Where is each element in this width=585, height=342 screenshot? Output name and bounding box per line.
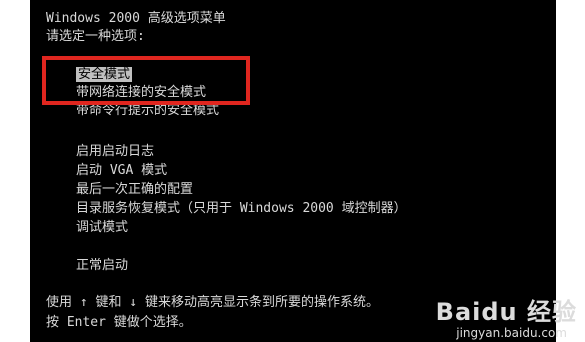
baidu-watermark: Baidu 经验 jingyan.baidu.com bbox=[436, 298, 577, 340]
watermark-url: jingyan.baidu.com bbox=[456, 326, 567, 340]
baidu-logo: Baidu 经验 bbox=[435, 298, 577, 326]
menu-title: Windows 2000 高级选项菜单 bbox=[46, 11, 226, 26]
instruction-line-1: 使用 ↑ 键和 ↓ 键来移动高亮显示条到所要的操作系统。 bbox=[46, 295, 379, 310]
menu-item-boot-logging[interactable]: 启用启动日志 bbox=[76, 143, 154, 161]
red-highlight-box bbox=[42, 56, 250, 105]
instruction-line-2: 按 Enter 键做个选择。 bbox=[46, 315, 192, 330]
boot-menu-screen: Windows 2000 高级选项菜单 请选定一种选项: 安全模式 带网络连接的… bbox=[30, 0, 556, 342]
menu-prompt: 请选定一种选项: bbox=[46, 29, 145, 44]
menu-item-last-known-good[interactable]: 最后一次正确的配置 bbox=[76, 181, 193, 199]
menu-item-directory-services-restore[interactable]: 目录服务恢复模式（只用于 Windows 2000 域控制器） bbox=[76, 200, 407, 218]
menu-item-vga-mode[interactable]: 启动 VGA 模式 bbox=[76, 162, 167, 180]
menu-item-debugging-mode[interactable]: 调试模式 bbox=[76, 219, 128, 237]
menu-item-normal-boot[interactable]: 正常启动 bbox=[76, 257, 128, 275]
